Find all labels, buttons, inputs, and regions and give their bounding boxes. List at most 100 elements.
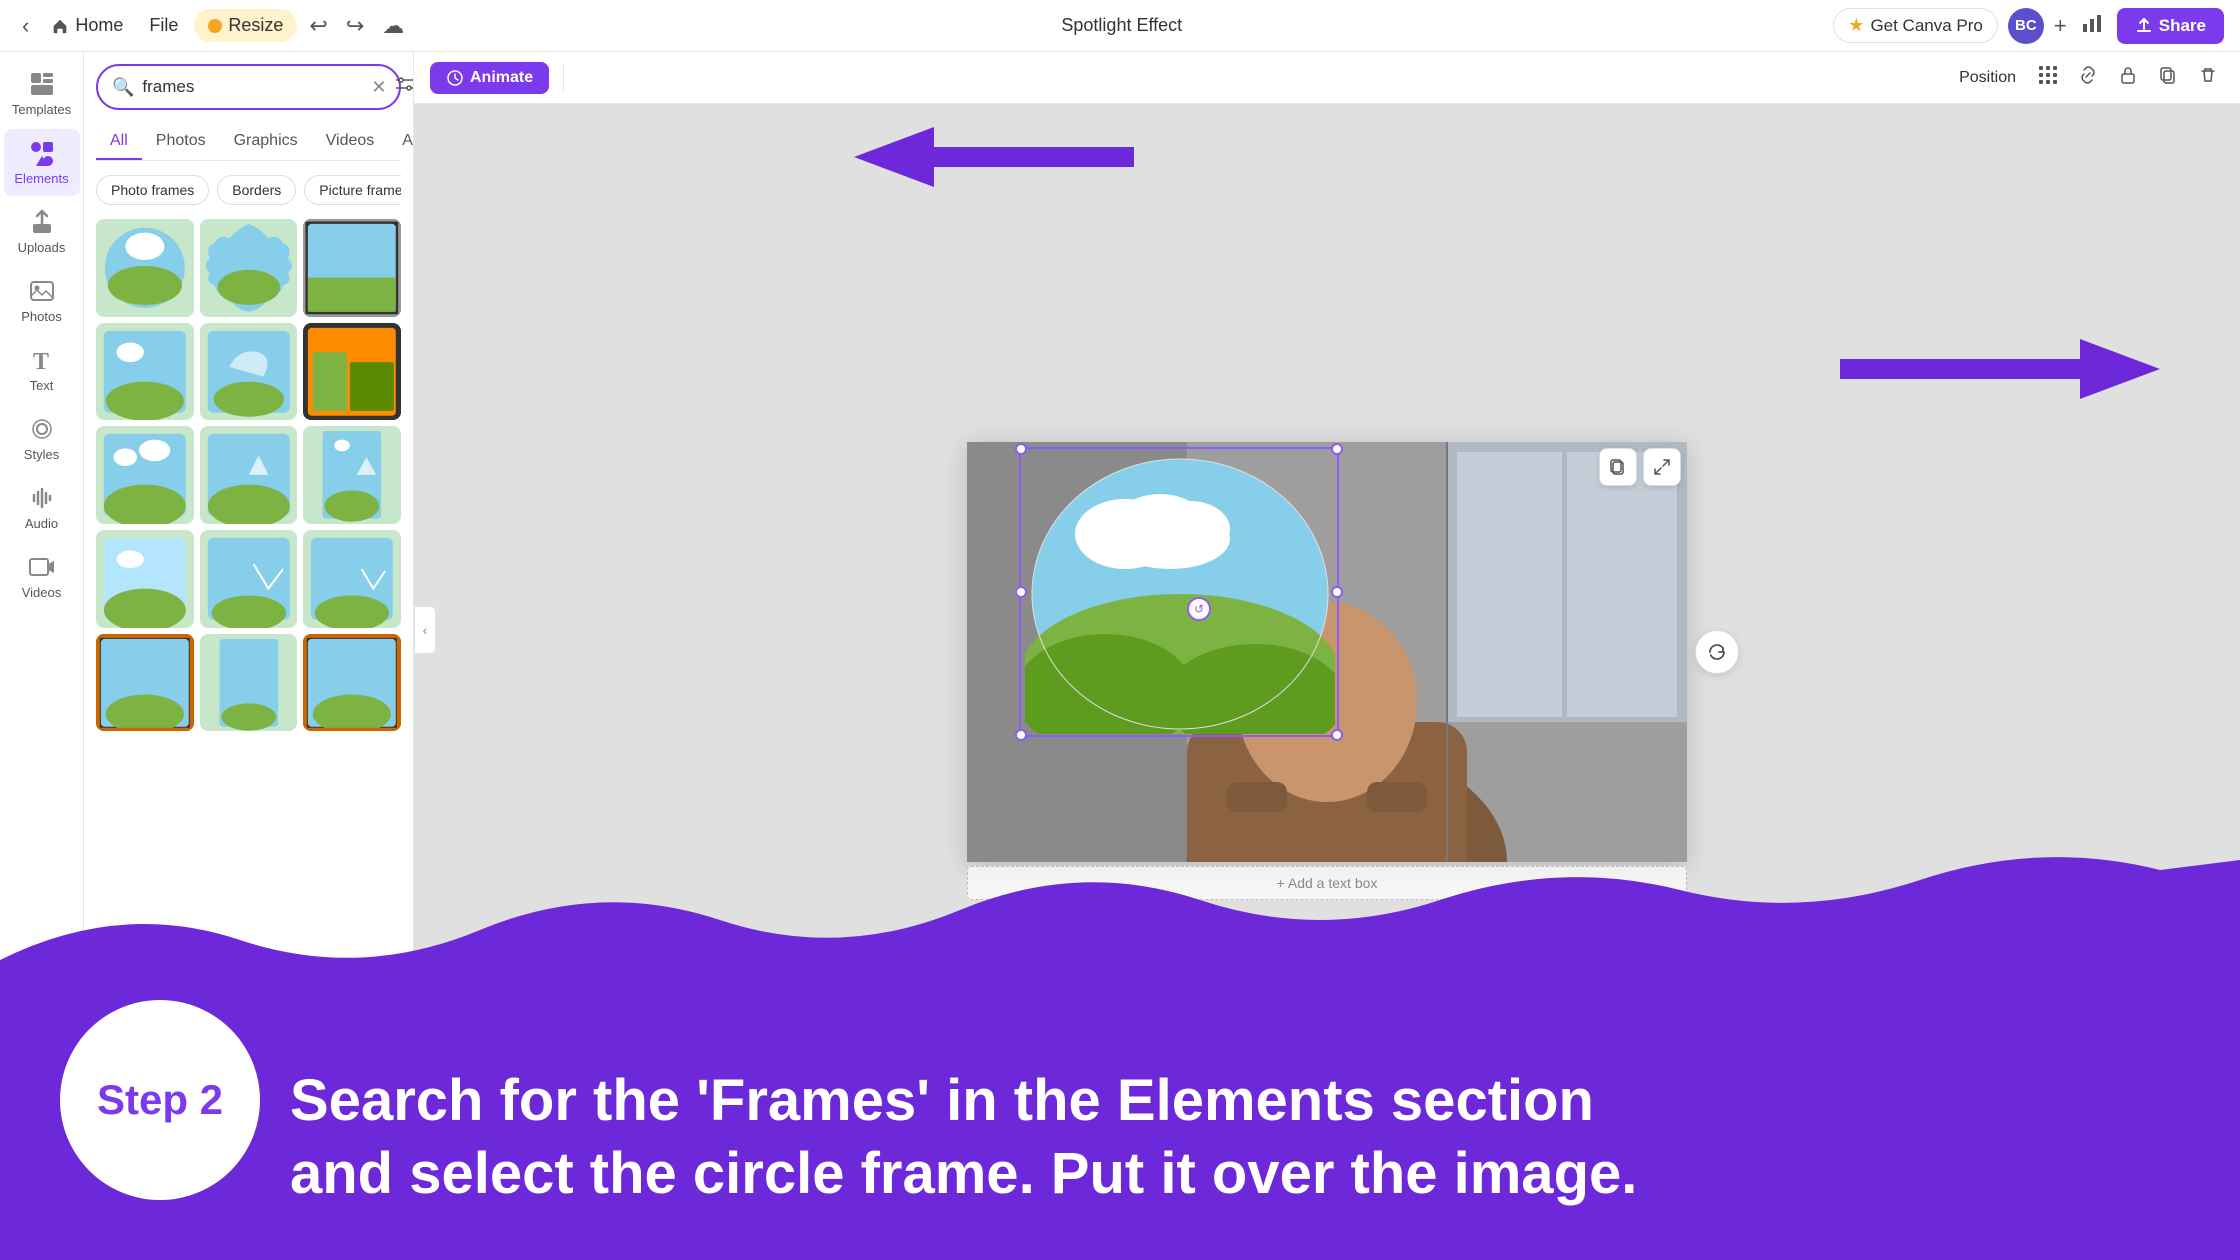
share-label: Share — [2159, 16, 2206, 36]
collapse-panel-button[interactable]: ‹ — [414, 606, 436, 654]
search-bar-container: 🔍 ✕ — [96, 64, 401, 110]
undo-button[interactable]: ↩ — [303, 9, 333, 43]
tab-graphics[interactable]: Graphics — [220, 124, 312, 160]
canva-pro-label: Get Canva Pro — [1870, 16, 1982, 36]
copy-button[interactable] — [1599, 448, 1637, 486]
styles-icon — [28, 415, 56, 443]
sidebar-item-audio[interactable]: Audio — [4, 474, 80, 541]
videos-label: Videos — [22, 585, 62, 600]
expand-button[interactable] — [1643, 448, 1681, 486]
topbar-right: ★ Get Canva Pro BC + Share — [1833, 8, 2224, 44]
animate-label: Animate — [470, 69, 533, 87]
frame-portrait[interactable] — [303, 426, 401, 524]
canva-pro-button[interactable]: ★ Get Canva Pro — [1833, 8, 1998, 43]
project-title: Spotlight Effect — [1061, 15, 1182, 36]
canvas-frame[interactable]: ↺ + Add a text box — [967, 442, 1687, 862]
position-button[interactable]: Position — [1951, 63, 2024, 93]
frame-landscape-2[interactable] — [96, 323, 194, 421]
frame-landscape-4[interactable] — [200, 426, 298, 524]
home-button[interactable]: Home — [41, 9, 133, 42]
duplicate-button[interactable] — [2152, 59, 2184, 97]
frame-row5-2[interactable] — [200, 634, 298, 732]
file-button[interactable]: File — [139, 9, 188, 42]
toolbar-top: Animate Position — [414, 52, 2240, 104]
tab-all[interactable]: All — [96, 124, 142, 160]
redo-button[interactable]: ↪ — [340, 9, 370, 43]
circle-frame-element[interactable] — [1025, 454, 1335, 734]
frame-row5-1[interactable] — [96, 634, 194, 732]
frame-row5-3[interactable] — [303, 634, 401, 732]
tab-photos[interactable]: Photos — [142, 124, 220, 160]
chip-picture-frames[interactable]: Picture frames — [304, 175, 401, 205]
videos-icon — [28, 553, 56, 581]
toolbar-separator — [563, 64, 564, 92]
search-input[interactable] — [142, 77, 363, 97]
delete-button[interactable] — [2192, 59, 2224, 97]
svg-text:T: T — [33, 349, 49, 374]
text-label: Text — [30, 378, 54, 393]
add-collaborator-button[interactable]: + — [2054, 13, 2067, 39]
frame-sky-2[interactable] — [200, 530, 298, 628]
home-icon — [51, 17, 69, 35]
styles-label: Styles — [24, 447, 59, 462]
avatar-button[interactable]: BC — [2008, 8, 2044, 44]
cloud-save-button[interactable]: ☁ — [376, 9, 410, 43]
animate-button[interactable]: Animate — [430, 62, 549, 94]
frame-hexagon[interactable] — [200, 323, 298, 421]
share-button[interactable]: Share — [2117, 8, 2224, 44]
refresh-button[interactable] — [1695, 630, 1739, 674]
frame-scallop[interactable] — [200, 219, 298, 317]
sidebar-item-styles[interactable]: Styles — [4, 405, 80, 472]
clear-search-button[interactable]: ✕ — [371, 77, 386, 98]
filter-button[interactable] — [395, 74, 414, 100]
elements-icon — [28, 139, 56, 167]
frame-landscape-3[interactable] — [96, 426, 194, 524]
sidebar-item-text[interactable]: T Text — [4, 336, 80, 403]
trash-icon — [2198, 65, 2218, 85]
add-text-bar[interactable]: + Add a text box — [967, 866, 1687, 900]
arrow-circle-right — [1840, 324, 2160, 419]
sidebar-item-videos[interactable]: Videos — [4, 543, 80, 610]
sidebar-item-photos[interactable]: Photos — [4, 267, 80, 334]
tab-audio[interactable]: Audio — [388, 124, 414, 160]
frame-landscape-rect[interactable] — [303, 219, 401, 317]
chip-borders[interactable]: Borders — [217, 175, 296, 205]
frame-sky-1[interactable] — [96, 530, 194, 628]
uploads-icon — [28, 208, 56, 236]
resize-button[interactable]: Resize — [194, 9, 297, 42]
frame-orange[interactable] — [303, 323, 401, 421]
arrow-animate-left — [854, 112, 1134, 207]
avatar-initials: BC — [2015, 17, 2037, 34]
filter-icon — [395, 74, 414, 94]
audio-label: Audio — [25, 516, 58, 531]
topbar: ‹ Home File Resize ↩ ↪ ☁ Spotlight Effec… — [0, 0, 2240, 52]
lock-button[interactable] — [2112, 59, 2144, 97]
chip-photo-frames[interactable]: Photo frames — [96, 175, 209, 205]
star-icon: ★ — [1848, 15, 1864, 36]
back-button[interactable]: ‹ — [16, 9, 35, 43]
sidebar-item-elements[interactable]: Elements — [4, 129, 80, 196]
search-panel: 🔍 ✕ All Photos Graphics Videos Audio Pho… — [84, 52, 414, 1260]
sidebar-item-uploads[interactable]: Uploads — [4, 198, 80, 265]
circle-frame-svg — [1025, 454, 1335, 734]
frame-circle[interactable] — [96, 219, 194, 317]
animate-icon — [446, 69, 464, 87]
audio-icon — [28, 484, 56, 512]
sidebar-item-templates[interactable]: Templates — [4, 60, 80, 127]
frame-sky-3[interactable] — [303, 530, 401, 628]
refresh-icon — [1707, 642, 1727, 662]
canvas-area: ↺ + Add a text box — [414, 104, 2240, 1260]
toolbar-right-group: Position — [1951, 59, 2224, 97]
rotate-handle[interactable]: ↺ — [1187, 597, 1211, 621]
left-sidebar: Templates Elements Uploads Photos T Tex — [0, 52, 84, 1260]
share-icon — [2135, 17, 2153, 35]
filter-chips: Photo frames Borders Picture frames › — [96, 175, 401, 205]
expand-icon — [1653, 458, 1671, 476]
link-button[interactable] — [2072, 59, 2104, 97]
analytics-button[interactable] — [2077, 8, 2107, 44]
file-label: File — [149, 15, 178, 35]
elements-label: Elements — [14, 171, 68, 186]
grid-button[interactable] — [2032, 59, 2064, 97]
topbar-center: Spotlight Effect — [418, 15, 1825, 36]
tab-videos[interactable]: Videos — [312, 124, 389, 160]
